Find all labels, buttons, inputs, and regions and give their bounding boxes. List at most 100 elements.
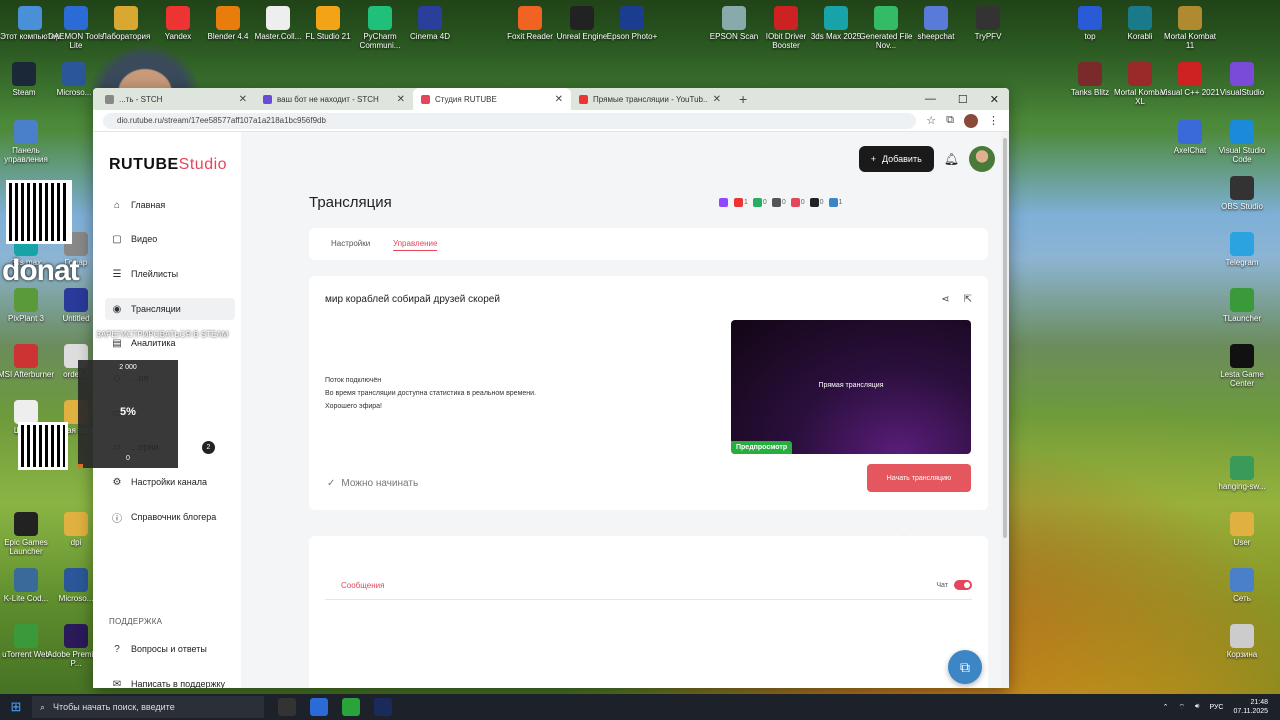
tab-favicon-icon [263,94,272,104]
desktop-icon[interactable]: Cinema 4D [400,6,460,41]
sidebar-item[interactable]: ▢ Видео [105,228,235,250]
sidebar-item-label: Настройки канала [131,477,208,487]
maximize-icon[interactable]: ☐ [958,93,968,106]
page-title: Трансляция [309,194,392,211]
tray-chevron-icon[interactable]: ⌃ [1163,703,1169,711]
minimize-icon[interactable]: — [925,93,936,106]
support-item[interactable]: ✉ Написать в поддержку [105,673,235,689]
avatar[interactable] [969,146,995,172]
desktop-icon[interactable]: Сеть [1212,568,1272,603]
close-window-icon[interactable]: ✕ [990,93,999,106]
open-external-icon[interactable]: ⇱ [964,294,972,305]
close-tab-icon[interactable]: ✕ [713,94,721,105]
desktop-icon[interactable]: hanging-sw... [1212,456,1272,491]
desktop-icon[interactable]: Foxit Reader [500,6,560,41]
desktop-icon[interactable]: Корзина [1212,624,1272,659]
scrollbar[interactable] [1001,132,1009,688]
close-tab-icon[interactable]: ✕ [239,94,247,105]
desktop-icon[interactable]: Lesta Game Center [1212,344,1272,388]
extensions-icon[interactable]: ⧉ [946,114,954,127]
close-tab-icon[interactable]: ✕ [555,94,563,105]
platform-count: 0 [762,199,767,206]
tab-messages[interactable]: Сообщения [341,581,384,590]
browser-tab[interactable]: Прямые трансляции - YouTub... ✕ [571,88,729,110]
desktop-icon-label: Корзина [1226,650,1258,659]
browser-tab[interactable]: ваш бот не находит - STCH ✕ [255,88,413,110]
desktop-icon[interactable]: Visual Studio Code [1212,120,1272,164]
stream-title: мир кораблей собирай друзей скорей [325,294,500,305]
language-indicator[interactable]: РУС [1209,704,1223,711]
app-icon [14,512,38,536]
app-icon [14,400,38,424]
widgets-icon[interactable] [278,698,296,716]
sidebar-item[interactable]: ⌂ Главная [105,194,235,216]
desktop-icon-label: Mortal Kombat 11 [1163,32,1217,50]
sidebar-item-label: Плейлисты [131,269,179,279]
sidebar-item[interactable]: ◉ Трансляции [105,298,235,320]
tab-title: Прямые трансляции - YouTub... [593,94,708,104]
platform-counter: 0 [771,198,786,207]
studio-page: RUTUBEStudio ⌂ Главная ▢ Видео ☰ Плейлисты ◉ Тр… [93,132,1009,688]
clock[interactable]: 21:48 07.11.2025 [1233,698,1268,716]
goal-progress-bar [78,464,83,468]
browser-menu-icon[interactable]: ⋮ [988,114,999,127]
support-item[interactable]: ? Вопросы и ответы [105,638,235,660]
chrome-icon[interactable] [342,698,360,716]
close-tab-icon[interactable]: ✕ [397,94,405,105]
windows-start-icon[interactable]: ⊞ [0,699,32,715]
playlist-icon: ☰ [112,268,122,280]
chat-toggle[interactable]: Чат [936,580,972,590]
desktop-icon[interactable]: AxelChat [1160,120,1220,155]
scrollbar-thumb[interactable] [1003,138,1007,538]
tab-settings[interactable]: Настройки [331,239,370,248]
start-stream-button[interactable]: Начать трансляцию [867,464,971,492]
desktop-icon[interactable]: sheepchat [906,6,966,41]
desktop-icon[interactable]: EPSON Scan [704,6,764,41]
toggle-switch[interactable] [954,580,972,590]
network-icon[interactable]: ⌔ [1178,703,1185,712]
app-icon [774,6,798,30]
desktop-icon[interactable]: VisualStudio [1212,62,1272,97]
app-icon [166,6,190,30]
desktop-icon[interactable]: FL Studio 21 [298,6,358,41]
new-tab-button[interactable]: + [729,91,757,107]
desktop-icon[interactable]: Telegram [1212,232,1272,267]
mail-icon: ✉ [112,678,122,689]
taskbar-search[interactable]: ⌕ Чтобы начать поиск, введите [32,696,264,718]
desktop-icon-label: User [1233,538,1251,547]
browser-tab-active[interactable]: Студия RUTUBE ✕ [413,88,571,110]
desktop-icon-label: OBS Studio [1221,202,1263,211]
share-icon[interactable]: ⋖ [941,294,949,305]
desktop-icon[interactable]: Панель управления [0,120,56,164]
desktop-icon[interactable]: Epson Photo+ [602,6,662,41]
desktop-icon[interactable]: User [1212,512,1272,547]
bell-icon[interactable]: 🔔︎ [944,152,959,166]
app-icon [14,344,38,368]
desktop-icon[interactable]: Mortal Kombat 11 [1160,6,1220,50]
add-button[interactable]: + Добавить [858,146,934,172]
desktop-icon[interactable]: TryPFV [958,6,1018,41]
tab-favicon-icon [105,94,114,104]
desktop-icon[interactable]: Visual C++ 2021 [1160,62,1220,97]
sidebar-item[interactable]: ⓘ Справочник блогера [105,506,235,528]
tab-management[interactable]: Управление [393,239,438,251]
sidebar-item[interactable]: ☰ Плейлисты [105,263,235,285]
app-icon [518,6,542,30]
desktop-icon[interactable]: OBS Studio [1212,176,1272,211]
terminal-icon[interactable] [374,698,392,716]
rutube-studio-logo[interactable]: RUTUBEStudio [109,156,227,174]
app-icon [1078,62,1102,86]
stream-preview[interactable]: Прямая трансляция Предпросмотр [731,320,971,454]
sidebar-item[interactable]: ⚙ Настройки канала [105,471,235,493]
bookmark-star-icon[interactable]: ☆ [926,114,936,127]
taskbar-app-icon[interactable] [310,698,328,716]
desktop-icon[interactable]: TLauncher [1212,288,1272,323]
goal-current: 0 [126,455,130,462]
profile-avatar[interactable] [964,113,978,128]
stream-card: мир кораблей собирай друзей скорей ⋖ ⇱ П… [309,276,988,510]
app-icon [216,6,240,30]
browser-tab[interactable]: ...ть - STCH ✕ [97,88,255,110]
help-chat-button[interactable]: ⧉ [948,650,982,684]
url-field[interactable]: dio.rutube.ru/stream/17ee58577aff107a1a2… [103,112,917,129]
volume-icon[interactable]: 🔊︎ [1195,703,1199,711]
